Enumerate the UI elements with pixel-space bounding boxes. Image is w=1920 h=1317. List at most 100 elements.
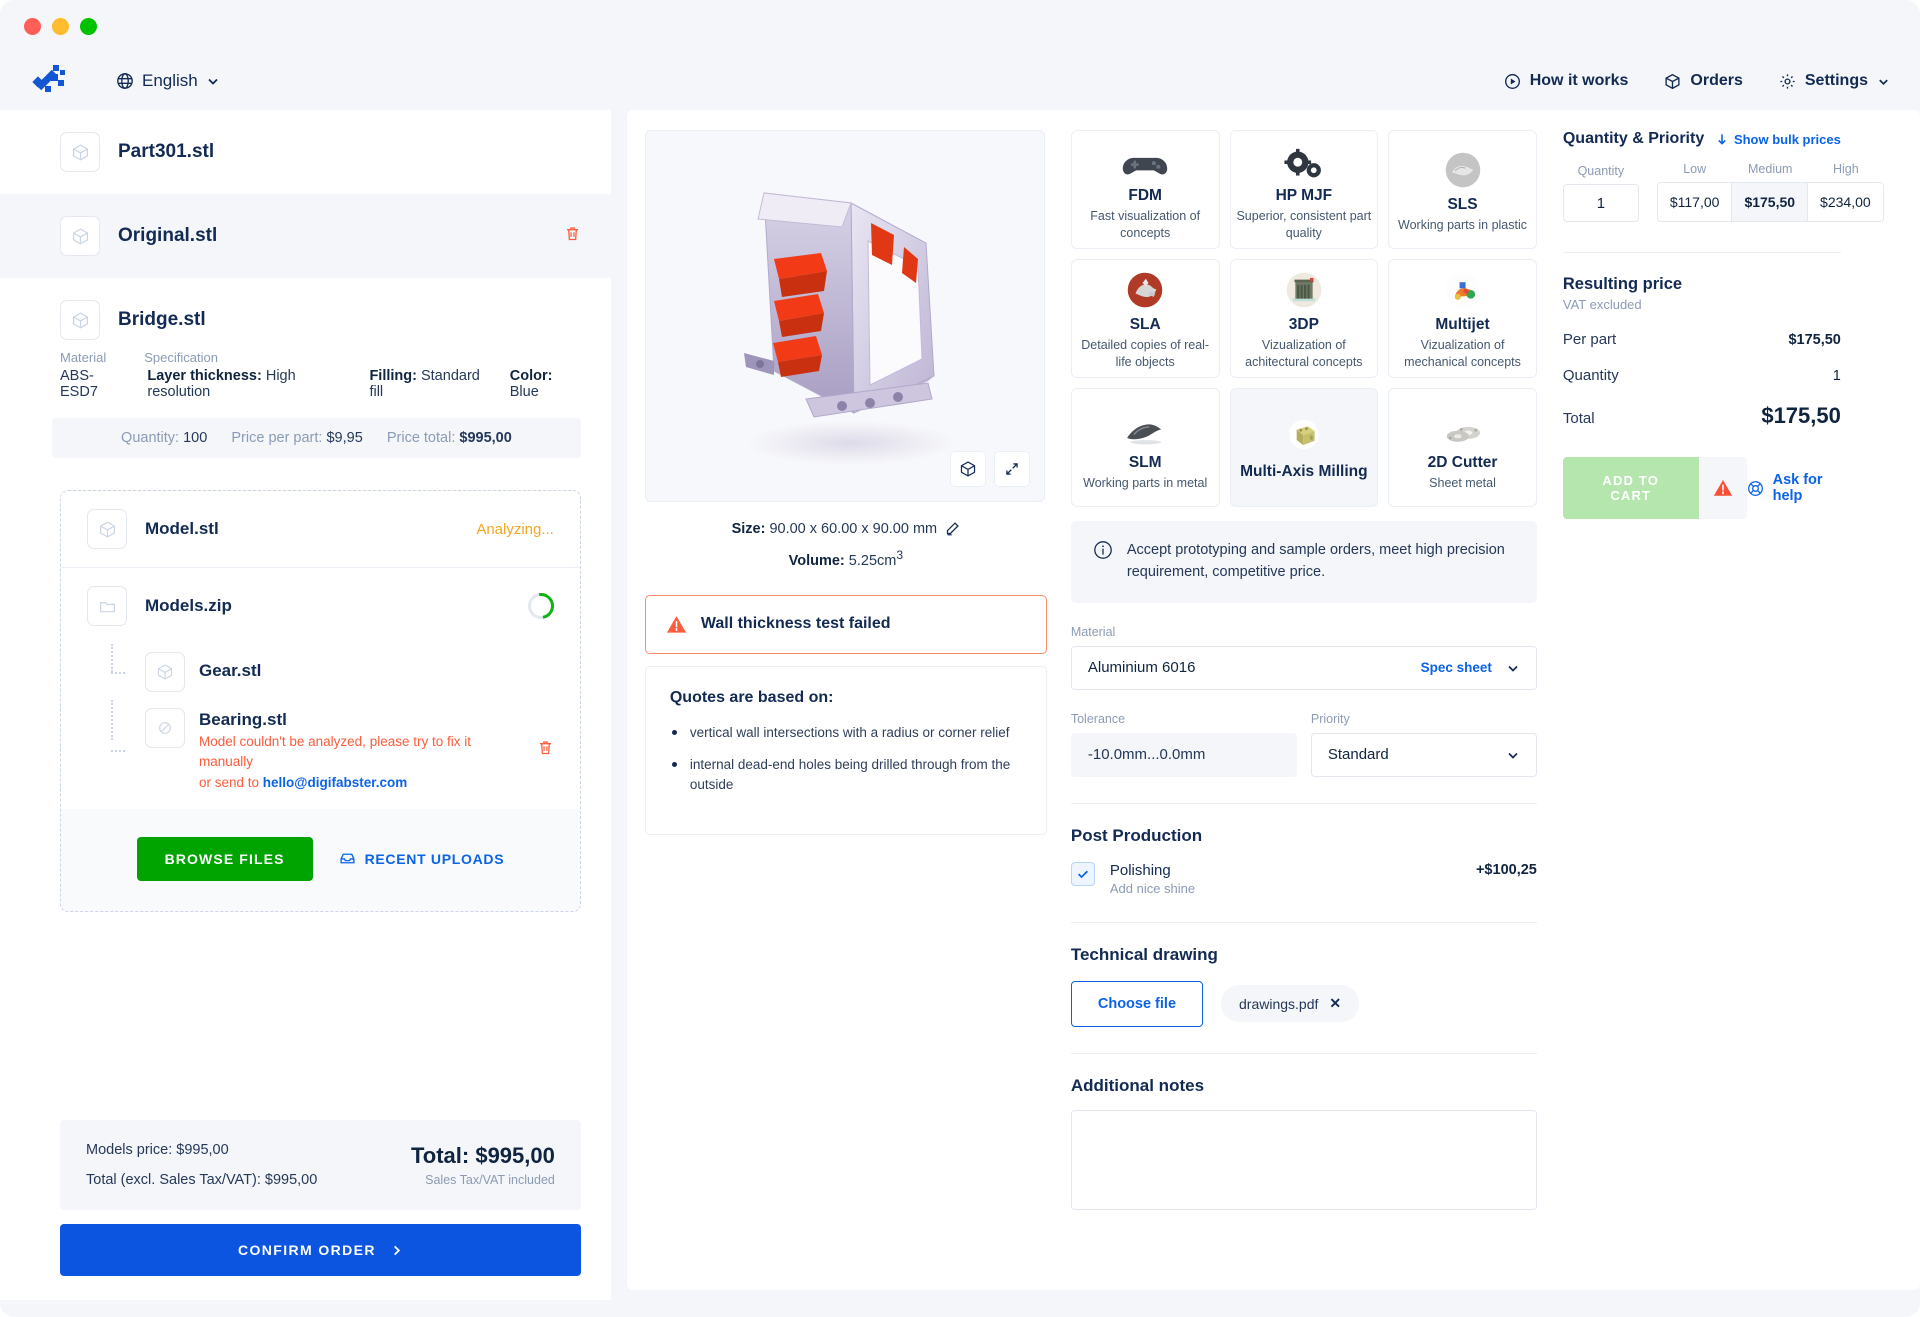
upload-error-message: Model couldn't be analyzed, please try t…: [199, 732, 523, 793]
tech-card-multijet[interactable]: Multijet Vizualization of mechanical con…: [1388, 259, 1537, 378]
cart-actions: ADD TO CART Ask for help: [1562, 457, 1841, 519]
resulting-price-section: Resulting price VAT excluded Per part $1…: [1562, 252, 1841, 429]
model-viewer-column: Size: 90.00 x 60.00 x 90.00 mm Volume: 5…: [627, 110, 1047, 1290]
chevron-down-icon: [1506, 661, 1520, 675]
nav-settings[interactable]: Settings: [1779, 72, 1890, 90]
choose-file-button[interactable]: Choose file: [1070, 980, 1204, 1027]
file-row-original[interactable]: Original.stl: [0, 194, 611, 278]
slm-part-icon: [1122, 403, 1168, 447]
window-maximize-button[interactable]: [80, 17, 97, 35]
upload-dropzone[interactable]: Model.stl Analyzing... Models.zip Gear.s…: [60, 490, 581, 912]
window-minimize-button[interactable]: [52, 17, 69, 35]
tier-price-high[interactable]: $234,00: [1808, 183, 1883, 221]
top-nav-links: How it works Orders Settings: [1504, 72, 1890, 90]
tolerance-field: -10.0mm...0.0mm: [1070, 732, 1297, 777]
upload-row-model[interactable]: Model.stl Analyzing...: [61, 491, 580, 568]
quantity-input[interactable]: 1: [1562, 184, 1639, 222]
arrow-down-icon: [1716, 133, 1728, 146]
upload-row-zip[interactable]: Models.zip: [61, 568, 580, 644]
tech-name: SLS: [1447, 196, 1478, 214]
close-icon[interactable]: ✕: [1329, 995, 1341, 1012]
tech-card-hp-mjf[interactable]: HP MJF Superior, consistent part quality: [1229, 130, 1379, 249]
nav-how-it-works[interactable]: How it works: [1504, 72, 1628, 90]
model-icon: [60, 216, 100, 256]
total-value: $175,50: [1761, 403, 1841, 428]
recent-uploads-button[interactable]: RECENT UPLOADS: [339, 850, 505, 867]
tech-card-slm[interactable]: SLM Working parts in metal: [1070, 388, 1220, 507]
support-email-link[interactable]: hello@digifabster.com: [263, 775, 407, 790]
show-bulk-prices-button[interactable]: Show bulk prices: [1716, 132, 1841, 147]
volume-label: Volume:: [788, 552, 845, 569]
upload-child-gear[interactable]: Gear.stl: [61, 644, 580, 700]
tech-card-2d-cutter[interactable]: 2D Cutter Sheet metal: [1388, 388, 1537, 507]
model-3d-viewer[interactable]: [644, 130, 1045, 502]
delete-file-button[interactable]: [564, 225, 581, 247]
divider: [1070, 921, 1537, 923]
file-row-part301[interactable]: Part301.stl: [0, 110, 611, 194]
technology-info-note: Accept prototyping and sample orders, me…: [1070, 521, 1537, 603]
blocked-icon: [145, 708, 185, 748]
upload-actions: BROWSE FILES RECENT UPLOADS: [61, 808, 580, 911]
milled-block-icon: [1282, 412, 1326, 456]
tech-card-sla[interactable]: SLA Detailed copies of real-life objects: [1070, 259, 1220, 378]
tech-card-fdm[interactable]: FDM Fast visualization of concepts: [1070, 130, 1220, 249]
attached-file-name: drawings.pdf: [1239, 995, 1319, 1012]
tech-card-multi-axis-milling[interactable]: Multi-Axis Milling: [1229, 388, 1379, 507]
pencil-icon[interactable]: [945, 521, 960, 536]
quantity-row-value: 1: [1832, 368, 1841, 384]
additional-notes-input[interactable]: [1070, 1109, 1537, 1210]
nav-orders-label: Orders: [1690, 72, 1743, 89]
technology-column: FDM Fast visualization of concepts HP MJ…: [1047, 110, 1537, 1290]
priority-select[interactable]: Standard: [1310, 732, 1537, 777]
ask-for-help-button[interactable]: Ask for help: [1747, 472, 1841, 504]
digifabster-logo-icon[interactable]: [30, 60, 72, 102]
upload-child-bearing[interactable]: Bearing.stl Model couldn't be analyzed, …: [61, 700, 580, 809]
globe-icon: [116, 72, 134, 90]
volume-value: 5.25cm: [848, 552, 897, 569]
price-total-label: Price total:: [386, 430, 456, 446]
top-navigation: English How it works Orders Settings: [0, 52, 1920, 110]
language-selector[interactable]: English: [116, 71, 220, 91]
tier-price-medium[interactable]: $175,50: [1732, 183, 1809, 221]
add-to-cart-button[interactable]: ADD TO CART: [1562, 457, 1699, 519]
pricing-column: Quantity & Priority Show bulk prices Qua…: [1537, 110, 1884, 1290]
tolerance-field-label: Tolerance: [1070, 711, 1126, 726]
quantity-price-table: Quantity 1 Low Medium High $117,00 $175,…: [1562, 162, 1884, 222]
recent-uploads-label: RECENT UPLOADS: [364, 850, 505, 867]
multijet-icon: [1444, 266, 1482, 309]
tech-name: Multijet: [1435, 316, 1490, 334]
window-close-button[interactable]: [24, 17, 41, 35]
bridge-price-strip: Quantity: 100 Price per part: $9,95 Pric…: [52, 418, 581, 458]
gear-icon: [1779, 73, 1796, 90]
post-production-option-polishing[interactable]: Polishing Add nice shine +$100,25: [1070, 861, 1537, 896]
file-row-bridge[interactable]: Bridge.stl: [0, 278, 611, 350]
polishing-checkbox[interactable]: [1070, 861, 1095, 886]
tree-connector: [109, 700, 131, 793]
model-icon: [60, 132, 100, 172]
expand-icon[interactable]: [993, 451, 1030, 487]
tech-desc: Vizualization of mechanical concepts: [1404, 338, 1521, 370]
sla-part-icon: [1126, 266, 1164, 309]
spec-sheet-link[interactable]: Spec sheet: [1421, 660, 1492, 675]
tech-card-sls[interactable]: SLS Working parts in plastic: [1388, 130, 1537, 249]
nav-orders[interactable]: Orders: [1664, 72, 1743, 90]
box-view-icon[interactable]: [949, 451, 986, 487]
grand-total-note: Sales Tax/VAT included: [425, 1173, 555, 1187]
material-select[interactable]: Aluminium 6016 Spec sheet: [1070, 645, 1537, 690]
tech-card-3dp[interactable]: 3DP Vizualization of achitectural concep…: [1229, 259, 1379, 378]
confirm-order-button[interactable]: CONFIRM ORDER: [60, 1224, 581, 1276]
tier-price-low[interactable]: $117,00: [1657, 183, 1733, 221]
tech-name: HP MJF: [1275, 187, 1333, 205]
tech-desc: Vizualization of achitectural concepts: [1245, 338, 1363, 370]
polishing-price: +$100,25: [1475, 861, 1537, 878]
tree-connector: [109, 644, 131, 692]
layer-thickness: Layer thickness: High resolution: [147, 368, 349, 400]
tier-header-medium: Medium: [1748, 162, 1793, 176]
model-dimensions: Size: 90.00 x 60.00 x 90.00 mm Volume: 5…: [645, 521, 1047, 569]
delete-child-file-button[interactable]: [537, 739, 554, 761]
browse-files-button[interactable]: BROWSE FILES: [136, 836, 313, 881]
show-bulk-prices-label: Show bulk prices: [1733, 131, 1841, 147]
box-icon: [1664, 73, 1681, 90]
info-circle-icon: [1093, 540, 1113, 560]
color: Color: Blue: [510, 368, 581, 400]
